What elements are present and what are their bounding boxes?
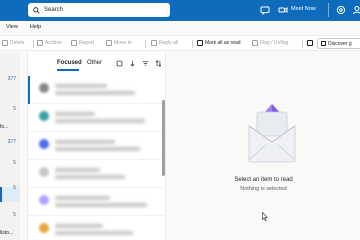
envelope-open-icon: [197, 40, 203, 46]
folder-label[interactable]: fo...: [0, 124, 8, 130]
avatar: [39, 111, 49, 121]
inbox-tabs: Focused Other: [28, 52, 167, 76]
search-label: Search: [44, 7, 64, 13]
layout-icon: [307, 40, 313, 46]
reading-pane: Select an item to read Nothing is select…: [167, 52, 360, 240]
selected-folder[interactable]: [0, 187, 20, 202]
list-item[interactable]: [28, 132, 167, 160]
ribbon-divider: [145, 40, 146, 48]
search-box[interactable]: Search: [28, 3, 170, 17]
tab-other[interactable]: Other: [87, 60, 102, 66]
folder-move-icon: [106, 40, 112, 46]
folder-label[interactable]: listo...: [0, 230, 13, 236]
jump-to-icon[interactable]: [129, 60, 136, 67]
menu-help[interactable]: Help: [30, 24, 41, 30]
discover-button[interactable]: Discover g: [317, 38, 360, 49]
message-subject: [55, 147, 140, 151]
list-item[interactable]: [28, 216, 167, 240]
ribbon-divider: [192, 40, 193, 48]
filter-icon[interactable]: [142, 60, 149, 67]
avatar: [39, 167, 49, 177]
folder-pane: 377 5 fo... 377 5 5 5 listo...: [0, 52, 20, 240]
move-to-button[interactable]: Move to: [106, 40, 132, 46]
avatar: [39, 139, 49, 149]
list-item[interactable]: [28, 76, 167, 104]
folder-count[interactable]: 5: [13, 212, 16, 218]
flag-button[interactable]: Flag / Unflag: [252, 40, 288, 46]
avatar: [39, 83, 49, 93]
chat-icon[interactable]: [260, 5, 270, 15]
list-item[interactable]: [28, 104, 167, 132]
message-sender: [55, 112, 95, 116]
message-sender: [55, 84, 107, 88]
delete-icon: [2, 40, 8, 46]
list-item[interactable]: [28, 160, 167, 188]
menu-bar: View Help: [0, 21, 360, 33]
message-sender: [55, 168, 100, 172]
message-subject: [55, 175, 125, 179]
menu-view[interactable]: View: [6, 24, 18, 30]
grid-icon: [321, 41, 326, 46]
tab-focused[interactable]: Focused: [57, 60, 82, 66]
report-button[interactable]: Report: [71, 40, 94, 46]
ribbon-divider: [302, 40, 303, 48]
tab-focused-underline: [57, 69, 79, 71]
message-list: Focused Other: [27, 52, 167, 240]
meet-now-label[interactable]: Meet Now: [291, 6, 316, 12]
user-icon[interactable]: [352, 5, 360, 15]
archive-icon: [37, 40, 43, 46]
view-toggle-button[interactable]: [307, 40, 313, 46]
folder-count[interactable]: 377: [8, 76, 16, 82]
flag-icon: [252, 40, 258, 46]
delete-button[interactable]: Delete: [2, 40, 24, 46]
message-subject: [55, 231, 133, 235]
settings-icon[interactable]: [336, 5, 346, 15]
folder-count[interactable]: 5: [13, 185, 16, 191]
list-item[interactable]: [28, 188, 167, 216]
message-subject: [55, 203, 147, 207]
empty-state-subtitle: Nothing is selected: [240, 186, 287, 192]
avatar: [39, 195, 49, 205]
title-bar: Search Meet Now: [0, 0, 360, 21]
selection-indicator: [28, 76, 30, 104]
open-envelope-illustration: [248, 104, 296, 163]
list-scrollbar[interactable]: [162, 100, 165, 176]
archive-button[interactable]: Archive: [37, 40, 62, 46]
title-divider: [328, 3, 329, 17]
select-icon[interactable]: [116, 60, 123, 67]
empty-state-title: Select an item to read: [234, 177, 293, 183]
video-icon[interactable]: [278, 5, 288, 15]
mark-all-read-button[interactable]: Mark all as read: [197, 40, 241, 46]
message-subject: [55, 91, 135, 95]
message-sender: [55, 140, 115, 144]
sort-icon[interactable]: [155, 60, 162, 67]
search-icon: [33, 6, 40, 14]
avatar: [39, 223, 49, 233]
message-subject: [55, 119, 145, 123]
folder-count[interactable]: 5: [13, 160, 16, 166]
reply-all-button[interactable]: Reply all: [151, 40, 178, 46]
message-sender: [55, 224, 103, 228]
folder-count[interactable]: 5: [13, 106, 16, 112]
message-sender: [55, 196, 110, 200]
ribbon-divider: [33, 40, 34, 48]
reply-all-icon: [151, 40, 157, 46]
folder-count[interactable]: 377: [8, 139, 16, 145]
ribbon-toolbar: Delete Archive Report Move to Reply all …: [0, 35, 360, 51]
mouse-cursor-icon: [262, 212, 268, 221]
report-icon: [71, 40, 77, 46]
